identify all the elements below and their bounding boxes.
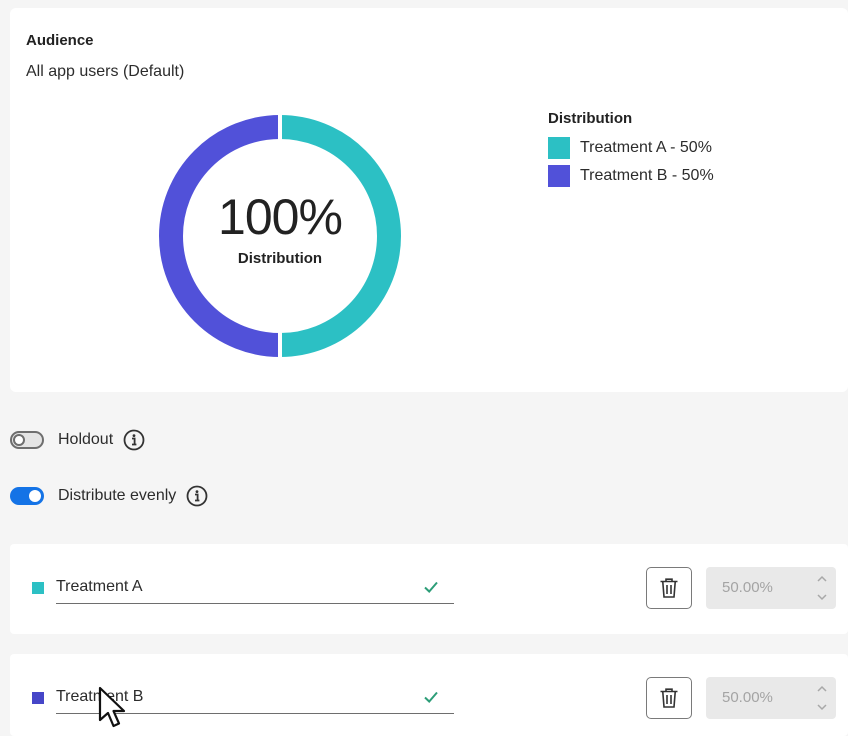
checkmark-icon xyxy=(424,581,438,593)
treatment-percent-value: 50.00% xyxy=(722,689,773,706)
treatment-name: Treatment A xyxy=(56,578,143,595)
treatment-color-swatch xyxy=(32,692,44,704)
mouse-cursor-icon xyxy=(98,686,126,728)
treatment-name-field[interactable]: Treatment A xyxy=(56,572,454,604)
legend-label: Treatment B - 50% xyxy=(580,167,714,184)
distribute-evenly-row: Distribute evenly xyxy=(10,485,208,507)
holdout-row: Holdout xyxy=(10,429,145,451)
stepper-icon[interactable] xyxy=(816,572,828,604)
toggle-knob xyxy=(13,434,25,446)
trash-icon xyxy=(660,578,678,598)
stepper-icon[interactable] xyxy=(816,682,828,714)
audience-heading: Audience xyxy=(26,32,94,49)
toggle-knob xyxy=(29,490,41,502)
holdout-toggle[interactable] xyxy=(10,431,44,449)
treatment-color-swatch xyxy=(32,582,44,594)
legend-item-treatment-a: Treatment A - 50% xyxy=(548,135,714,161)
donut-center-value: 100% xyxy=(218,188,343,245)
legend-label: Treatment A - 50% xyxy=(580,139,712,156)
audience-value: All app users (Default) xyxy=(26,63,185,80)
treatment-card-b: Treatment B 50.00% xyxy=(10,654,848,736)
donut-center-caption: Distribution xyxy=(237,249,323,267)
treatment-percent-value: 50.00% xyxy=(722,579,773,596)
holdout-label: Holdout xyxy=(58,431,114,448)
legend-swatch xyxy=(548,165,570,187)
distribute-evenly-label: Distribute evenly xyxy=(58,487,177,504)
trash-icon xyxy=(660,688,678,708)
checkmark-icon xyxy=(424,691,438,703)
info-icon[interactable] xyxy=(186,485,208,507)
legend-swatch xyxy=(548,137,570,159)
legend-title: Distribution xyxy=(548,110,633,127)
treatment-percent-input[interactable]: 50.00% xyxy=(706,677,836,719)
delete-treatment-button[interactable] xyxy=(646,677,692,719)
info-icon[interactable] xyxy=(123,429,145,451)
treatment-percent-input[interactable]: 50.00% xyxy=(706,567,836,609)
treatment-card-a: Treatment A 50.00% xyxy=(10,544,848,634)
distribution-legend: Distribution Treatment A - 50% Treatment… xyxy=(548,110,714,191)
donut-center: 100% Distribution xyxy=(150,106,410,366)
legend-item-treatment-b: Treatment B - 50% xyxy=(548,163,714,189)
distribute-evenly-toggle[interactable] xyxy=(10,487,44,505)
delete-treatment-button[interactable] xyxy=(646,567,692,609)
